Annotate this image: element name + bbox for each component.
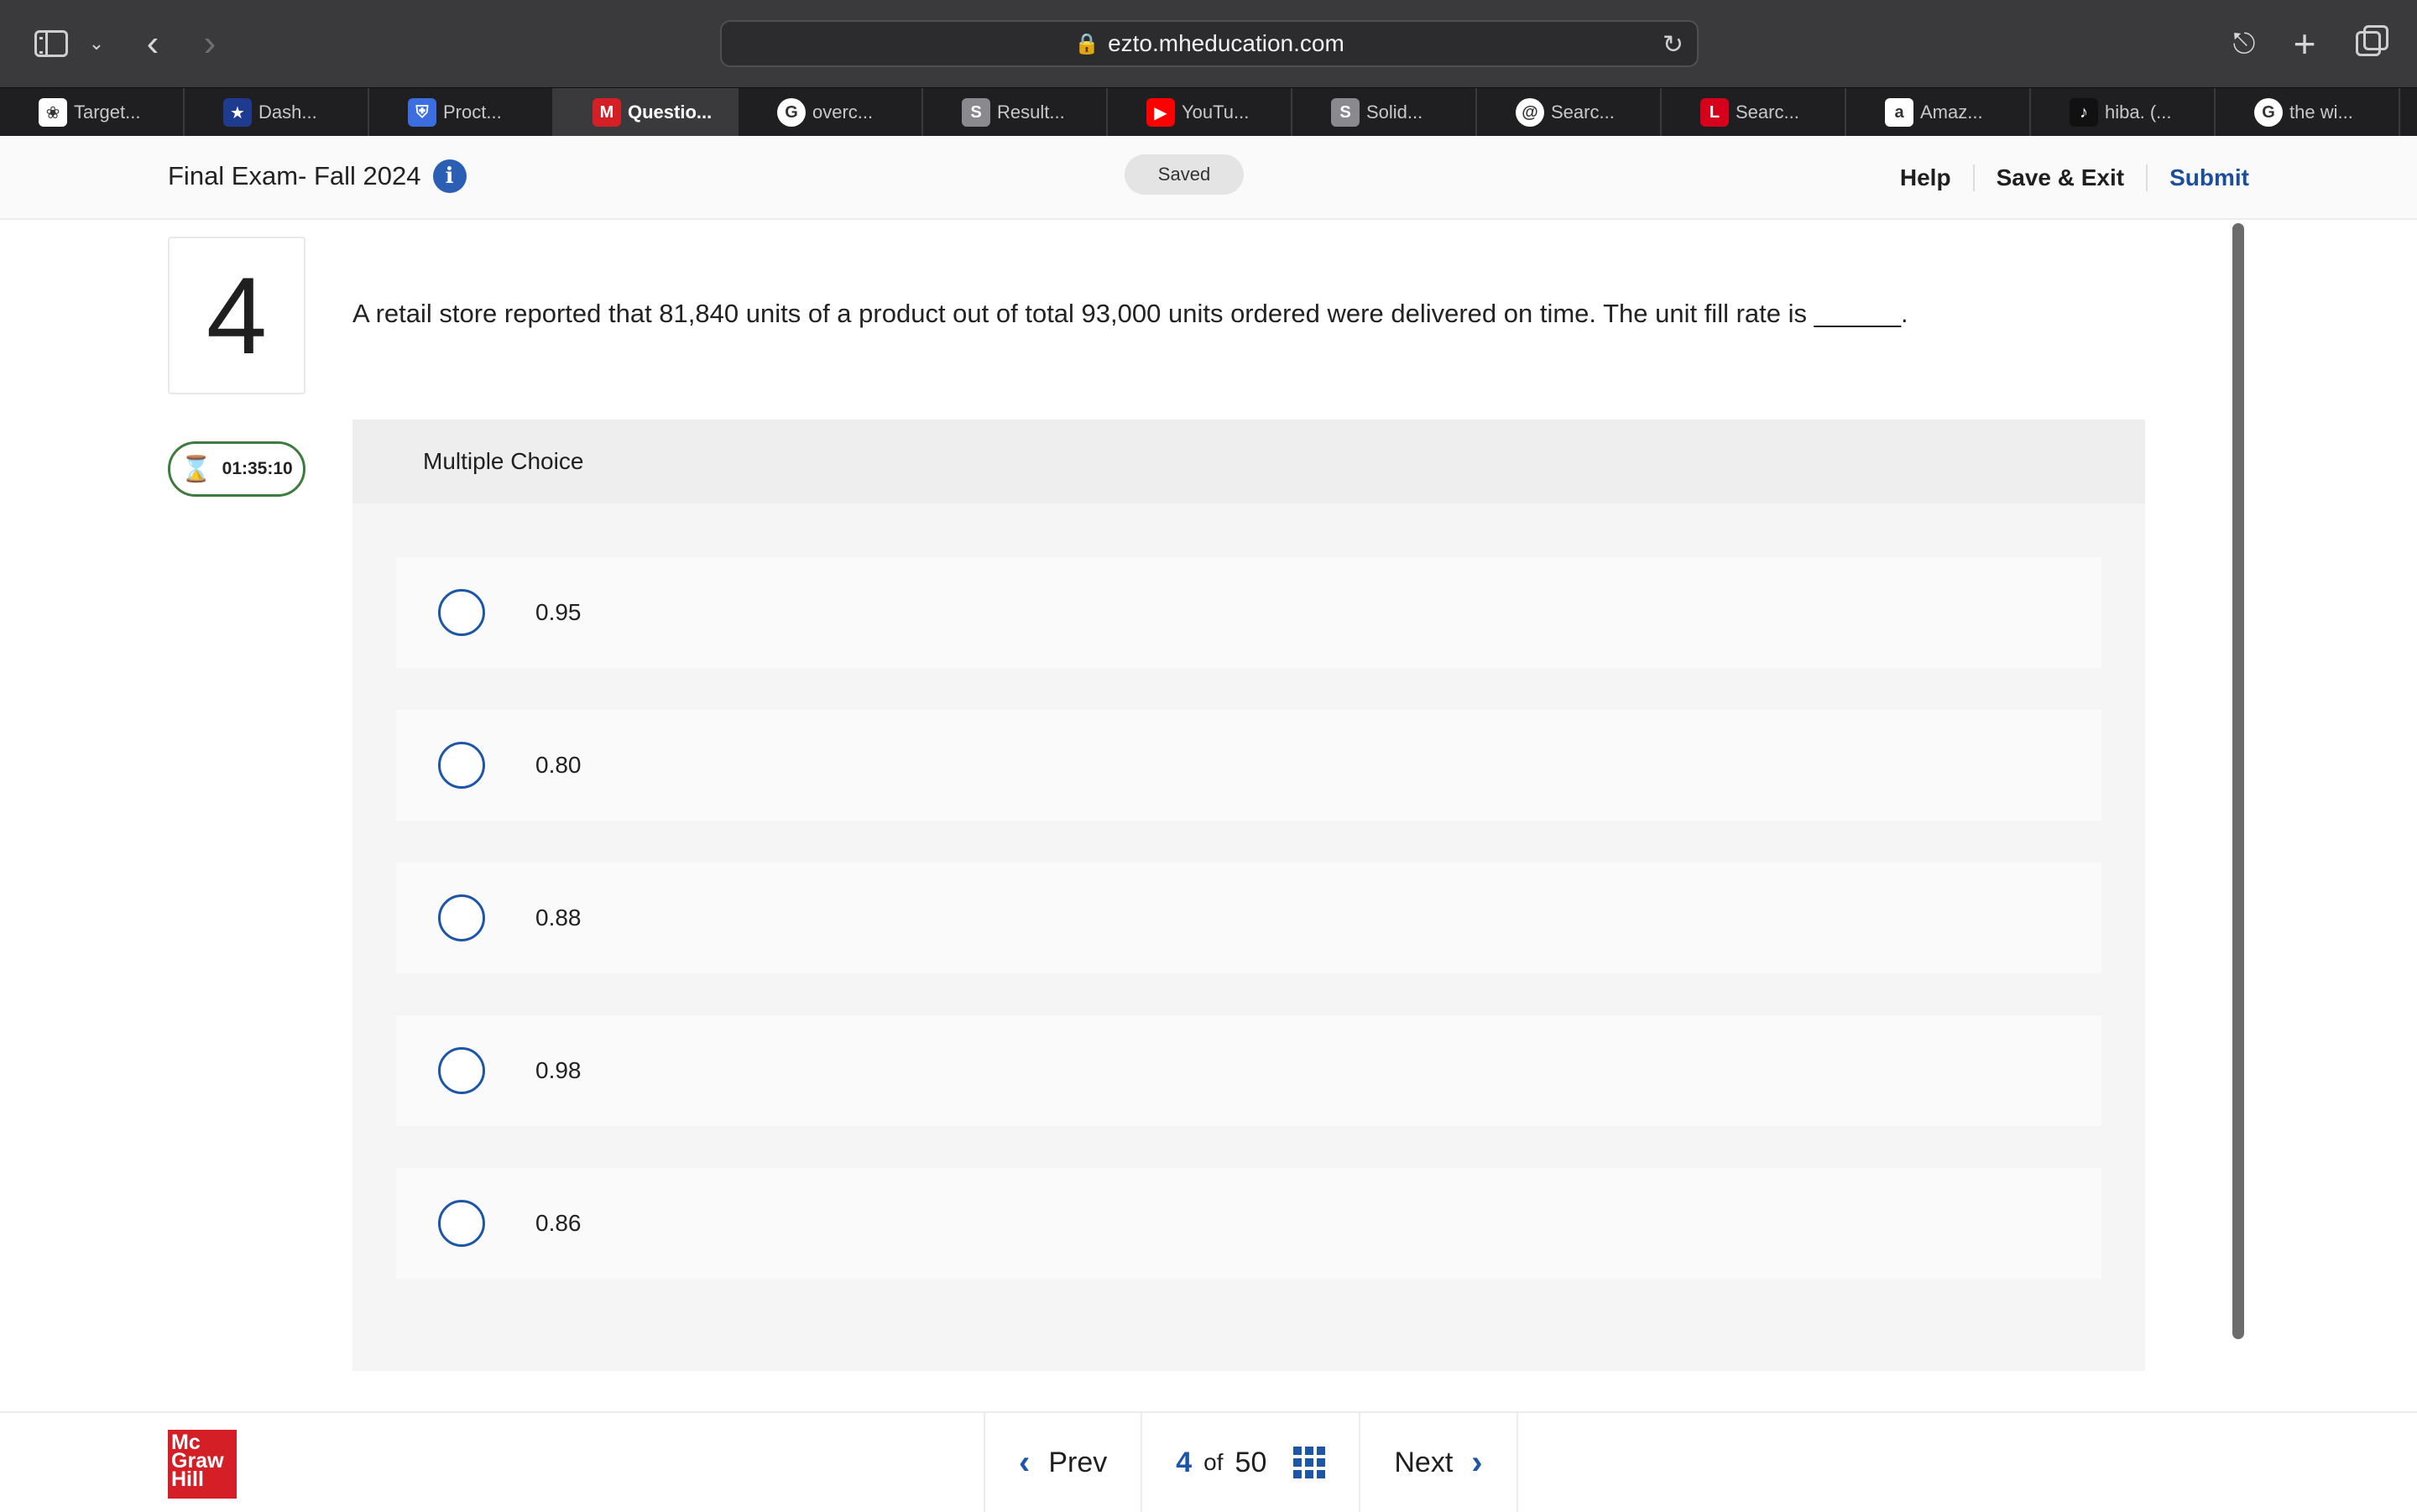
forward-arrow-icon[interactable]: ›: [193, 22, 227, 65]
browser-tab-label: Amaz...: [1920, 102, 1983, 123]
browser-tab[interactable]: S Solid...: [1292, 88, 1477, 137]
current-question: 4: [1176, 1446, 1193, 1478]
radio-button[interactable]: [438, 589, 485, 636]
question-text: A retail store reported that 81,840 unit…: [352, 299, 1908, 328]
scrollbar[interactable]: [2232, 223, 2244, 1339]
browser-tab[interactable]: L Searc...: [1662, 88, 1846, 137]
answer-choice-label: 0.95: [535, 599, 582, 625]
header-actions: Help Save & Exit Submit: [1878, 153, 2249, 203]
chevron-down-icon[interactable]: ⌄: [84, 22, 109, 65]
lego-icon: L: [1700, 98, 1729, 127]
tiktok-icon: ♪: [2070, 98, 2098, 127]
save-exit-button[interactable]: Save & Exit: [1972, 164, 2147, 191]
browser-tab-label: Proct...: [443, 102, 502, 123]
prev-label: Prev: [1048, 1446, 1108, 1478]
pagination: ‹ Prev 4 of 50 Next ›: [984, 1413, 1518, 1512]
browser-tab[interactable]: Gthe wi...: [2216, 88, 2400, 137]
timer-value: 01:35:10: [222, 459, 293, 478]
share-icon[interactable]: ⎋: [2226, 22, 2263, 65]
answer-choice-label: 0.88: [535, 905, 582, 931]
next-button[interactable]: Next ›: [1359, 1413, 1518, 1512]
mcgraw-m-icon: M: [593, 98, 621, 127]
answer-choice-label: 0.98: [535, 1057, 582, 1083]
answer-choice[interactable]: 0.95: [396, 557, 2101, 668]
question-number: 4: [168, 237, 305, 394]
new-tab-icon[interactable]: +: [2286, 22, 2323, 65]
answer-panel: Multiple Choice 0.95 0.80 0.88 0.98 0.86: [352, 420, 2145, 1371]
sidebar-toggle-icon[interactable]: [32, 22, 70, 65]
google-icon: G: [777, 98, 806, 127]
answer-choice-label: 0.80: [535, 752, 582, 778]
question-position[interactable]: 4 of 50: [1141, 1413, 1359, 1512]
shield-icon: ⛨: [408, 98, 436, 127]
browser-tab[interactable]: S Result...: [923, 88, 1108, 137]
prev-button[interactable]: ‹ Prev: [984, 1413, 1141, 1512]
timer-badge[interactable]: ⌛ 01:35:10: [168, 441, 305, 497]
browser-tab-label: Searc...: [1736, 102, 1799, 123]
exam-title-text: Final Exam- Fall 2024: [168, 161, 421, 190]
tab-overview-icon[interactable]: [2350, 22, 2388, 65]
question-type-label: Multiple Choice: [352, 420, 2145, 503]
browser-tab-label: Questio...: [628, 102, 713, 123]
browser-tab[interactable]: M Questio...: [554, 88, 739, 137]
google-icon: G: [2254, 98, 2283, 127]
hourglass-icon: ⌛: [180, 455, 212, 483]
browser-tab-label: the wi...: [2289, 102, 2353, 123]
chevron-right-icon: ›: [1471, 1443, 1483, 1481]
browser-tab-label: overc...: [812, 102, 874, 123]
browser-tab-label: YouTu...: [1182, 102, 1250, 123]
of-label: of: [1203, 1449, 1224, 1475]
radio-button[interactable]: [438, 742, 485, 789]
browser-tab-label: Solid...: [1366, 102, 1423, 123]
at-icon: @: [1516, 98, 1544, 127]
answer-choice[interactable]: 0.80: [396, 710, 2101, 821]
browser-tab[interactable]: ♪ hiba. (...: [2031, 88, 2216, 137]
url-text: ezto.mheducation.com: [1108, 30, 1344, 56]
browser-tab[interactable]: a Amaz...: [1846, 88, 2031, 137]
amazon-icon: a: [1885, 98, 1913, 127]
back-arrow-icon[interactable]: ‹: [136, 22, 170, 65]
browser-tab-label: Target...: [74, 102, 141, 123]
exam-title: Final Exam- Fall 2024 i: [168, 159, 467, 193]
address-bar[interactable]: 🔒 ezto.mheducation.com ↻: [720, 20, 1699, 67]
tab-strip: ❀ Target... ★ Dash... ⛨ Proct... M Questio... Go…: [0, 87, 2417, 137]
browser-tab[interactable]: ▶ YouTu...: [1108, 88, 1292, 137]
radio-button[interactable]: [438, 1047, 485, 1094]
browser-tab[interactable]: Goverc...: [739, 88, 923, 137]
answer-choice[interactable]: 0.98: [396, 1015, 2101, 1126]
answer-choice[interactable]: 0.88: [396, 863, 2101, 973]
mcgraw-hill-logo: Mc Graw Hill: [168, 1430, 237, 1499]
browser-tab-label: Result...: [997, 102, 1065, 123]
s-icon: S: [1331, 98, 1360, 127]
s-icon: S: [962, 98, 990, 127]
chevron-left-icon: ‹: [1019, 1443, 1031, 1481]
answer-choice[interactable]: 0.86: [396, 1168, 2101, 1279]
star-badge-icon: ★: [223, 98, 252, 127]
logo-line-3: Hill: [171, 1468, 204, 1491]
help-button[interactable]: Help: [1878, 164, 1973, 191]
saved-status-badge: Saved: [1125, 154, 1244, 195]
lock-icon: 🔒: [1074, 32, 1100, 55]
browser-tab[interactable]: ❀ Target...: [0, 88, 185, 137]
exam-header: Final Exam- Fall 2024 i Saved Help Save …: [0, 136, 2417, 220]
browser-tab-label: hiba. (...: [2105, 102, 2172, 123]
browser-tab[interactable]: ★ Dash...: [185, 88, 369, 137]
submit-button[interactable]: Submit: [2146, 164, 2249, 191]
grid-icon[interactable]: [1293, 1447, 1326, 1478]
next-label: Next: [1394, 1446, 1454, 1478]
info-icon[interactable]: i: [432, 159, 467, 193]
reload-icon[interactable]: ↻: [1663, 30, 1684, 60]
browser-tab[interactable]: @ Searc...: [1477, 88, 1662, 137]
youtube-icon: ▶: [1146, 98, 1175, 127]
browser-tab[interactable]: ⛨ Proct...: [369, 88, 554, 137]
radio-button[interactable]: [438, 1200, 485, 1247]
browser-tab-label: Dash...: [258, 102, 317, 123]
browser-tab-label: Searc...: [1551, 102, 1615, 123]
total-questions: 50: [1235, 1446, 1267, 1478]
answer-choice-label: 0.86: [535, 1210, 582, 1236]
browser-toolbar: ⌄ ‹ › 🔒 ezto.mheducation.com ↻ ⎋ +: [0, 0, 2417, 87]
radio-button[interactable]: [438, 894, 485, 941]
openai-icon: ❀: [39, 98, 67, 127]
footer-nav: Mc Graw Hill ‹ Prev 4 of 50 Next ›: [0, 1411, 2417, 1512]
